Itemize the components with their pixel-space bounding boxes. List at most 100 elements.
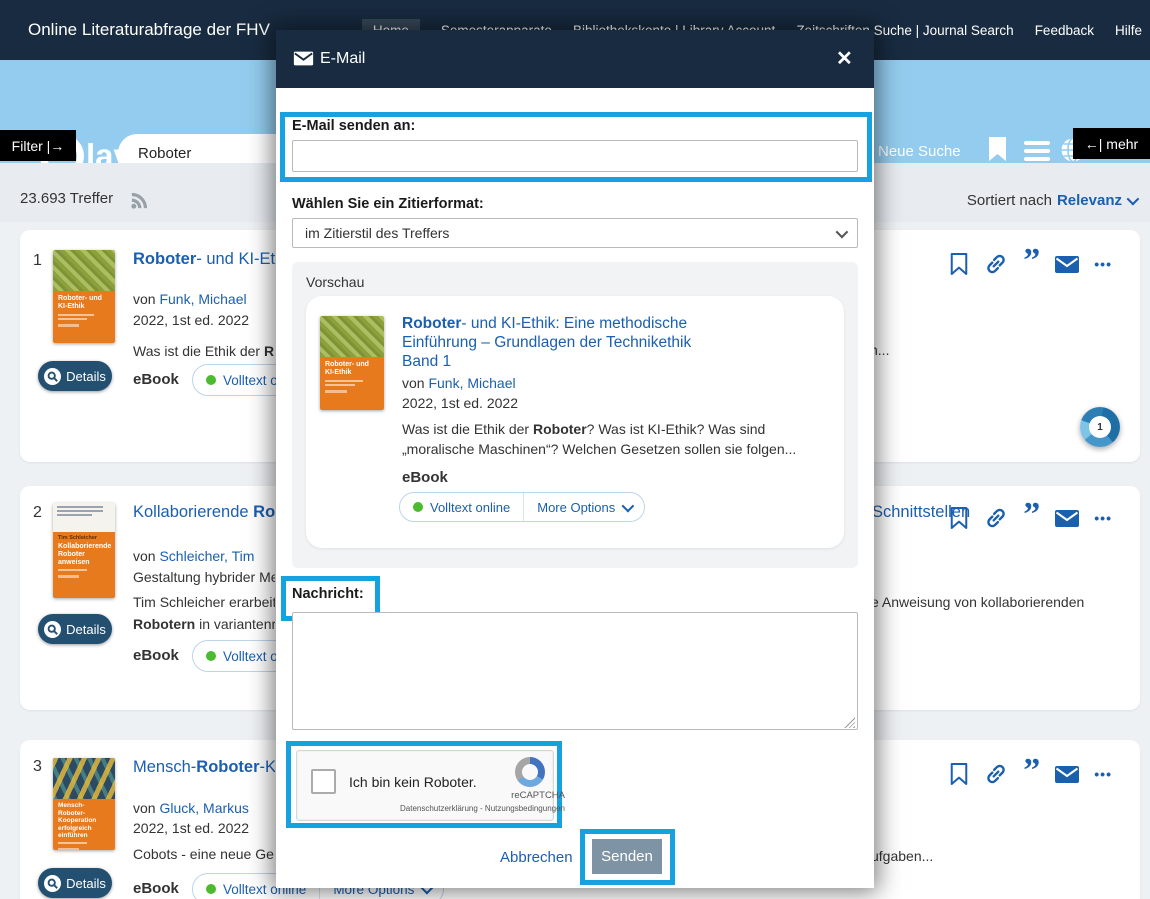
title-fragment[interactable]: Schnittstellen xyxy=(872,503,982,522)
result-actions: ” ••• xyxy=(949,762,1112,786)
preview-title-link[interactable]: Roboter- und KI-Ethik: Eine methodische … xyxy=(402,314,832,371)
description-fragment: ufgaben... xyxy=(871,848,933,864)
nav-item-feedback[interactable]: Feedback xyxy=(1035,23,1094,38)
sort-control[interactable]: Sortiert nach Relevanz xyxy=(967,192,1136,209)
result-number: 3 xyxy=(33,758,42,776)
magnifier-icon xyxy=(44,875,61,892)
citation-donut-badge[interactable]: 1 xyxy=(1080,407,1120,447)
preview-author-line: von Funk, Michael xyxy=(402,375,832,391)
book-cover-thumbnail[interactable]: Roboter- und KI-Ethik xyxy=(53,250,115,343)
site-title: Online Literaturabfrage der FHV xyxy=(28,20,270,40)
description-fragment: e Anweisung von kollaborierenden xyxy=(871,594,1084,610)
pin-bookmark-icon[interactable] xyxy=(949,762,969,786)
result-author-line: von Gluck, Markus xyxy=(133,800,275,816)
result-number: 2 xyxy=(33,504,42,522)
book-cover-thumbnail: Roboter- und KI-Ethik xyxy=(320,316,384,410)
book-cover-thumbnail[interactable]: Tim Schleicher Kollaborierende Roboter a… xyxy=(53,503,115,598)
result-description: Was ist die Ethik der R xyxy=(133,343,275,359)
result-title-link[interactable]: Kollaborierende Ro xyxy=(133,503,275,522)
badge-count: 1 xyxy=(1089,416,1111,438)
chevron-down-icon xyxy=(622,499,635,512)
preview-panel: Vorschau Roboter- und KI-Ethik Roboter- … xyxy=(292,262,858,568)
citation-icon[interactable]: ” xyxy=(1023,254,1040,274)
menu-icon[interactable] xyxy=(1024,141,1050,165)
details-button[interactable]: Details xyxy=(38,361,112,391)
email-icon[interactable] xyxy=(1055,510,1079,527)
author-link[interactable]: Funk, Michael xyxy=(428,375,515,391)
result-actions: ” ••• xyxy=(949,252,1112,276)
envelope-icon xyxy=(293,51,314,66)
magnifier-icon xyxy=(44,368,61,385)
chevron-down-icon xyxy=(836,225,849,238)
permalink-icon[interactable] xyxy=(984,252,1008,276)
fulltext-segment[interactable]: Volltext online xyxy=(400,493,523,521)
author-link[interactable]: Funk, Michael xyxy=(159,291,246,307)
result-number: 1 xyxy=(33,252,42,270)
preview-edition: 2022, 1st ed. 2022 xyxy=(402,395,832,411)
details-button[interactable]: Details xyxy=(38,614,112,644)
citation-icon[interactable]: ” xyxy=(1023,764,1040,784)
result-description: Cobots - eine neue Ge xyxy=(133,846,275,862)
result-description: Tim Schleicher erarbeit xyxy=(133,594,275,610)
email-to-label: E-Mail senden an: xyxy=(292,118,415,134)
more-actions-icon[interactable]: ••• xyxy=(1094,766,1112,782)
result-edition: 2022, 1st ed. 2022 xyxy=(133,820,275,836)
material-type-label: eBook xyxy=(402,469,448,486)
preview-description: Was ist die Ethik der Roboter? Was ist K… xyxy=(402,420,832,459)
recaptcha-links[interactable]: Datenschutzerklärung - Nutzungsbedingung… xyxy=(353,804,565,813)
more-options-segment[interactable]: More Options xyxy=(524,493,644,521)
book-cover-thumbnail[interactable]: Mensch-Roboter- Kooperation erfolgreich … xyxy=(53,758,115,850)
email-icon[interactable] xyxy=(1055,766,1079,783)
cancel-button[interactable]: Abbrechen xyxy=(500,849,573,866)
send-button[interactable]: Senden xyxy=(592,839,662,874)
permalink-icon[interactable] xyxy=(984,506,1008,530)
permalink-icon[interactable] xyxy=(984,762,1008,786)
dialog-header: E-Mail ✕ xyxy=(276,30,874,88)
new-search-link[interactable]: Neue Suche xyxy=(878,143,961,160)
citation-format-select[interactable]: im Zitierstil des Treffers xyxy=(292,218,858,248)
email-to-input[interactable] xyxy=(292,140,858,172)
filter-button[interactable]: Filter |→ xyxy=(0,130,76,161)
result-author-line: von Funk, Michael xyxy=(133,291,275,307)
recaptcha-label: Ich bin kein Roboter. xyxy=(349,774,477,790)
sort-label: Sortiert nach xyxy=(967,192,1052,209)
pin-bookmark-icon[interactable] xyxy=(949,252,969,276)
more-actions-icon[interactable]: ••• xyxy=(1094,256,1112,272)
sort-value: Relevanz xyxy=(1057,192,1122,209)
material-type-label: eBook xyxy=(133,647,179,664)
material-type-label: eBook xyxy=(133,880,179,897)
author-link[interactable]: Gluck, Markus xyxy=(159,800,248,816)
available-dot-icon xyxy=(206,884,216,894)
close-icon[interactable]: ✕ xyxy=(836,46,853,71)
citation-icon[interactable]: ” xyxy=(1023,508,1040,528)
result-title-link[interactable]: Roboter- und KI-Et xyxy=(133,250,275,269)
more-filters-button[interactable]: ←| mehr xyxy=(1073,128,1150,159)
result-description-line2: Robotern in variantenr xyxy=(133,616,275,632)
result-title-link[interactable]: Mensch-Roboter-K xyxy=(133,758,275,777)
available-dot-icon xyxy=(413,502,423,512)
details-button[interactable]: Details xyxy=(38,868,112,898)
rss-icon[interactable] xyxy=(130,191,149,210)
screen: Online Literaturabfrage der FHV Home Sem… xyxy=(0,0,1150,899)
preview-label: Vorschau xyxy=(306,274,364,290)
nav-item-hilfe[interactable]: Hilfe xyxy=(1115,23,1142,38)
available-dot-icon xyxy=(206,375,216,385)
magnifier-icon xyxy=(44,621,61,638)
email-icon[interactable] xyxy=(1055,256,1079,273)
availability-pill[interactable]: Volltext online More Options xyxy=(399,492,645,522)
recaptcha-brand: reCAPTCHA xyxy=(495,790,565,801)
preview-record-card: Roboter- und KI-Ethik Roboter- und KI-Et… xyxy=(306,296,844,548)
recaptcha-logo-icon xyxy=(515,757,545,787)
result-author-line: von Schleicher, Tim xyxy=(133,548,275,564)
results-count: 23.693 Treffer xyxy=(20,190,113,207)
author-link[interactable]: Schleicher, Tim xyxy=(159,548,254,564)
email-dialog: E-Mail ✕ E-Mail senden an: Wählen Sie ei… xyxy=(276,30,874,888)
more-actions-icon[interactable]: ••• xyxy=(1094,510,1112,526)
citation-format-label: Wählen Sie ein Zitierformat: xyxy=(292,196,484,212)
available-dot-icon xyxy=(206,651,216,661)
message-textarea[interactable] xyxy=(292,612,858,730)
dialog-title: E-Mail xyxy=(320,50,365,68)
bookmark-pin-icon[interactable] xyxy=(988,137,1007,162)
recaptcha-checkbox[interactable] xyxy=(311,769,336,794)
message-label: Nachricht: xyxy=(292,586,364,602)
